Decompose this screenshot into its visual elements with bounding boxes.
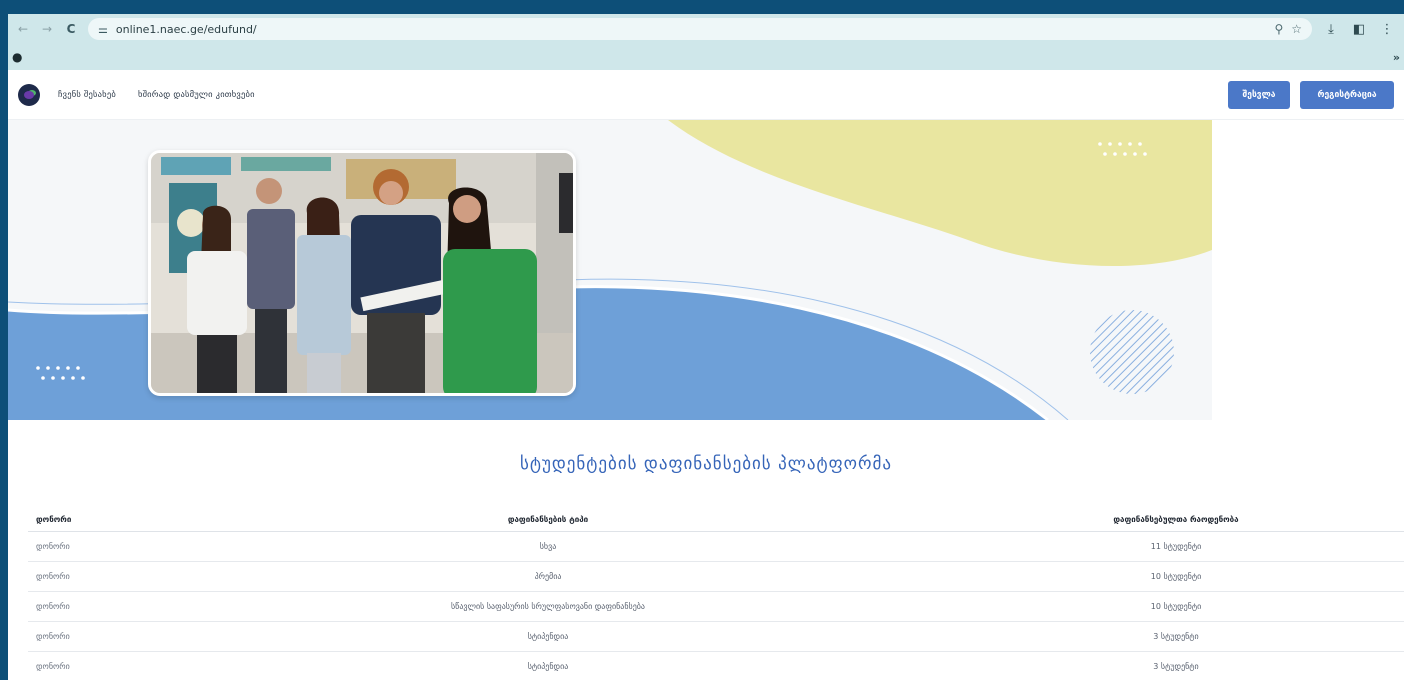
cell-donor: დონორი: [36, 632, 70, 641]
bookmark-site-icon[interactable]: ●: [12, 50, 22, 64]
menu-icon[interactable]: ⋮: [1378, 22, 1396, 37]
nav-faq[interactable]: ხშირად დასმული კითხვები: [138, 90, 255, 100]
cell-count: 10 სტუდენტი: [1150, 602, 1202, 611]
bookmarks-bar: ● »: [8, 44, 1404, 70]
site-info-icon[interactable]: ⚌: [98, 23, 108, 36]
cell-type: სტიპენდია: [527, 662, 569, 671]
bookmark-star-icon[interactable]: ☆: [1291, 22, 1302, 36]
cell-donor: დონორი: [36, 542, 70, 551]
table-row[interactable]: დონორი სხვა 11 სტუდენტი: [28, 532, 1404, 562]
register-button[interactable]: რეგისტრაცია: [1300, 80, 1394, 109]
table-row[interactable]: დონორი სტიპენდია 3 სტუდენტი: [28, 622, 1404, 652]
students-photo: [148, 150, 576, 396]
column-header-type: დაფინანსების ტიპი: [507, 515, 589, 524]
site-header: ჩვენს შესახებ ხშირად დასმული კითხვები შე…: [8, 70, 1404, 120]
cell-type: პრემია: [534, 572, 562, 581]
table-row[interactable]: დონორი სწავლის საფასურის სრულფასოვანი და…: [28, 592, 1404, 622]
login-button[interactable]: შესვლა: [1228, 80, 1290, 109]
address-bar[interactable]: ⚌ online1.naec.ge/edufund/ ⚲ ☆: [88, 18, 1312, 40]
browser-toolbar: ← → C ⚌ online1.naec.ge/edufund/ ⚲ ☆ ⤓ ◧…: [8, 14, 1404, 44]
zoom-icon[interactable]: ⚲: [1274, 22, 1283, 36]
side-panel-icon[interactable]: ◧: [1350, 22, 1368, 37]
cell-donor: დონორი: [36, 572, 70, 581]
cell-donor: დონორი: [36, 662, 70, 671]
cell-type: სხვა: [539, 542, 557, 551]
cell-donor: დონორი: [36, 602, 70, 611]
browser-window: ← → C ⚌ online1.naec.ge/edufund/ ⚲ ☆ ⤓ ◧…: [8, 14, 1404, 680]
column-header-donor: დონორი: [36, 515, 72, 524]
column-header-count: დაფინანსებულთა რაოდენობა: [1113, 515, 1239, 524]
url-text: online1.naec.ge/edufund/: [115, 22, 257, 36]
forward-icon[interactable]: →: [40, 22, 54, 36]
funding-table: დონორი დაფინანსების ტიპი დაფინანსებულთა …: [28, 508, 1404, 680]
cell-count: 3 სტუდენტი: [1153, 662, 1199, 671]
cell-type: სწავლის საფასურის სრულფასოვანი დაფინანსე…: [451, 602, 645, 611]
cell-count: 10 სტუდენტი: [1150, 572, 1202, 581]
cell-count: 11 სტუდენტი: [1150, 542, 1202, 551]
bookmarks-more-button[interactable]: »: [1393, 51, 1400, 64]
table-row[interactable]: დონორი პრემია 10 სტუდენტი: [28, 562, 1404, 592]
cell-type: სტიპენდია: [527, 632, 569, 641]
table-header: დონორი დაფინანსების ტიპი დაფინანსებულთა …: [28, 508, 1404, 532]
table-row[interactable]: დონორი სტიპენდია 3 სტუდენტი: [28, 652, 1404, 680]
nav-about[interactable]: ჩვენს შესახებ: [58, 90, 116, 100]
download-icon[interactable]: ⤓: [1322, 22, 1340, 37]
back-icon[interactable]: ←: [16, 22, 30, 36]
site-logo[interactable]: [18, 83, 40, 106]
platform-title: სტუდენტების დაფინანსების პლატფორმა: [519, 454, 893, 474]
cell-count: 3 სტუდენტი: [1153, 632, 1199, 641]
hero-banner: [8, 120, 1212, 420]
reload-icon[interactable]: C: [64, 22, 78, 36]
